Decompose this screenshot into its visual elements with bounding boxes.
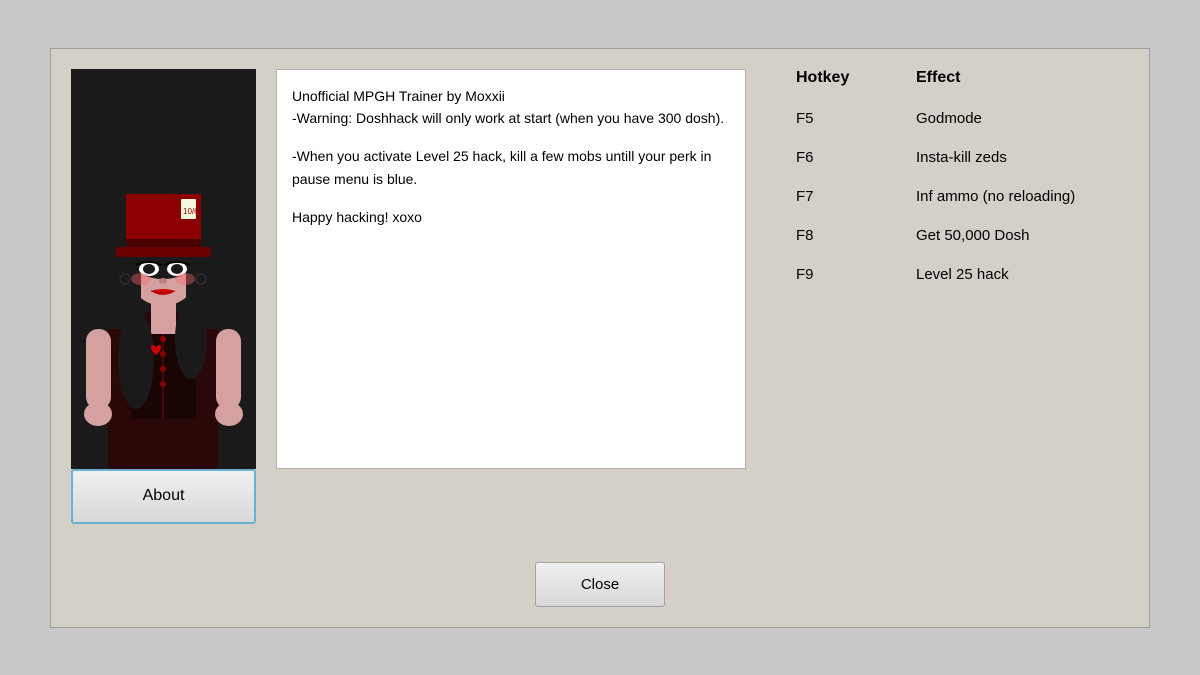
description-para-2: -When you activate Level 25 hack, kill a… bbox=[292, 145, 730, 190]
right-panel: Hotkey Effect F5 Godmode F6 Insta-kill z… bbox=[766, 69, 1129, 542]
hotkey-effect-f8: Get 50,000 Dosh bbox=[916, 227, 1029, 244]
hotkey-key-f7: F7 bbox=[796, 188, 916, 205]
center-panel: Unofficial MPGH Trainer by Moxxii -Warni… bbox=[276, 69, 746, 542]
hotkey-row-f7: F7 Inf ammo (no reloading) bbox=[796, 188, 1129, 205]
hotkey-row-f8: F8 Get 50,000 Dosh bbox=[796, 227, 1129, 244]
hotkey-effect-f6: Insta-kill zeds bbox=[916, 149, 1007, 166]
hotkey-row-f9: F9 Level 25 hack bbox=[796, 266, 1129, 283]
description-para-1: Unofficial MPGH Trainer by Moxxii -Warni… bbox=[292, 85, 730, 130]
about-button-wrapper: About bbox=[71, 469, 256, 524]
hotkey-row-f6: F6 Insta-kill zeds bbox=[796, 149, 1129, 166]
main-content-area: 10/6 bbox=[71, 69, 1129, 542]
hotkey-column-header: Hotkey bbox=[796, 69, 916, 87]
hotkey-key-f8: F8 bbox=[796, 227, 916, 244]
hotkey-key-f9: F9 bbox=[796, 266, 916, 283]
about-button[interactable]: About bbox=[71, 469, 256, 524]
hotkey-table: Hotkey Effect F5 Godmode F6 Insta-kill z… bbox=[796, 69, 1129, 283]
description-line-4: Happy hacking! xoxo bbox=[292, 209, 422, 225]
effect-column-header: Effect bbox=[916, 69, 960, 87]
description-line-1: Unofficial MPGH Trainer by Moxxii bbox=[292, 88, 505, 104]
description-line-3: -When you activate Level 25 hack, kill a… bbox=[292, 148, 711, 186]
hotkey-effect-f9: Level 25 hack bbox=[916, 266, 1009, 283]
hotkey-key-f5: F5 bbox=[796, 110, 916, 127]
left-panel: 10/6 bbox=[71, 69, 256, 542]
description-line-2: -Warning: Doshhack will only work at sta… bbox=[292, 110, 724, 126]
hotkey-effect-f5: Godmode bbox=[916, 110, 982, 127]
hotkey-row-f5: F5 Godmode bbox=[796, 110, 1129, 127]
character-image: 10/6 bbox=[71, 69, 256, 469]
description-para-3: Happy hacking! xoxo bbox=[292, 206, 730, 228]
hotkey-key-f6: F6 bbox=[796, 149, 916, 166]
close-button[interactable]: Close bbox=[535, 562, 665, 607]
hotkey-table-header: Hotkey Effect bbox=[796, 69, 1129, 92]
svg-text:10/6: 10/6 bbox=[183, 207, 199, 216]
hotkey-effect-f7: Inf ammo (no reloading) bbox=[916, 188, 1075, 205]
bottom-bar: Close bbox=[71, 547, 1129, 607]
main-dialog: 10/6 bbox=[50, 48, 1150, 628]
description-text-box: Unofficial MPGH Trainer by Moxxii -Warni… bbox=[276, 69, 746, 469]
